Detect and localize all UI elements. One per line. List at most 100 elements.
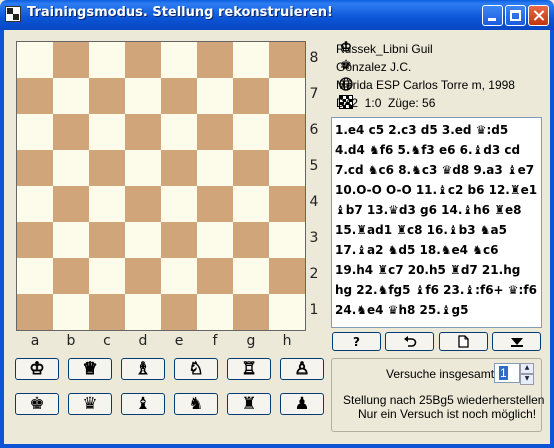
window-title: Trainingsmodus. Stellung rekonstruieren! — [27, 5, 333, 20]
square-f5[interactable] — [197, 150, 233, 186]
white-pawn-button[interactable]: ♙ — [280, 358, 324, 380]
white-queen-button[interactable]: ♕ — [68, 358, 112, 380]
square-e1[interactable] — [161, 294, 197, 330]
title-bar[interactable]: Trainingsmodus. Stellung rekonstruieren! — [0, 0, 554, 30]
square-e6[interactable] — [161, 114, 197, 150]
square-b4[interactable] — [53, 186, 89, 222]
square-c8[interactable] — [89, 42, 125, 78]
spin-up-icon[interactable]: ▲ — [520, 363, 534, 374]
square-h2[interactable] — [269, 258, 305, 294]
rank-label: 1 — [309, 302, 319, 318]
black-pawn-button[interactable]: ♟ — [280, 393, 324, 415]
square-a8[interactable] — [17, 42, 53, 78]
square-g5[interactable] — [233, 150, 269, 186]
undo-button[interactable] — [385, 332, 434, 351]
square-f1[interactable] — [197, 294, 233, 330]
black-king-button[interactable]: ♚ — [15, 393, 59, 415]
square-f2[interactable] — [197, 258, 233, 294]
window-frame-right — [550, 30, 554, 448]
square-e7[interactable] — [161, 78, 197, 114]
square-f6[interactable] — [197, 114, 233, 150]
new-document-button[interactable] — [439, 332, 488, 351]
square-d7[interactable] — [125, 78, 161, 114]
square-g8[interactable] — [233, 42, 269, 78]
square-h5[interactable] — [269, 150, 305, 186]
square-d4[interactable] — [125, 186, 161, 222]
black-knight-icon: ♞ — [188, 393, 204, 414]
file-label: c — [103, 333, 111, 349]
square-c2[interactable] — [89, 258, 125, 294]
square-c3[interactable] — [89, 222, 125, 258]
square-a3[interactable] — [17, 222, 53, 258]
square-h3[interactable] — [269, 222, 305, 258]
black-rook-button[interactable]: ♜ — [227, 393, 271, 415]
square-g2[interactable] — [233, 258, 269, 294]
white-rook-button[interactable]: ♖ — [227, 358, 271, 380]
square-d8[interactable] — [125, 42, 161, 78]
square-e8[interactable] — [161, 42, 197, 78]
square-e5[interactable] — [161, 150, 197, 186]
square-h8[interactable] — [269, 42, 305, 78]
square-b5[interactable] — [53, 150, 89, 186]
square-c6[interactable] — [89, 114, 125, 150]
square-g3[interactable] — [233, 222, 269, 258]
square-h7[interactable] — [269, 78, 305, 114]
maximize-button[interactable] — [505, 5, 526, 26]
move-list[interactable]: 1.e4 c5 2.c3 d5 3.ed ♛:d5 4.d4 ♞f6 5.♞f3… — [331, 117, 542, 328]
square-b8[interactable] — [53, 42, 89, 78]
square-a4[interactable] — [17, 186, 53, 222]
square-b1[interactable] — [53, 294, 89, 330]
square-b2[interactable] — [53, 258, 89, 294]
square-f7[interactable] — [197, 78, 233, 114]
square-e3[interactable] — [161, 222, 197, 258]
square-f3[interactable] — [197, 222, 233, 258]
black-bishop-button[interactable]: ♝ — [121, 393, 165, 415]
help-button[interactable]: ? — [332, 332, 381, 351]
black-queen-button[interactable]: ♛ — [68, 393, 112, 415]
black-knight-button[interactable]: ♞ — [174, 393, 218, 415]
square-a6[interactable] — [17, 114, 53, 150]
square-b7[interactable] — [53, 78, 89, 114]
white-bishop-icon: ♗ — [135, 358, 151, 379]
square-b3[interactable] — [53, 222, 89, 258]
dropdown-button[interactable] — [492, 332, 541, 351]
square-c5[interactable] — [89, 150, 125, 186]
white-bishop-button[interactable]: ♗ — [121, 358, 165, 380]
square-a2[interactable] — [17, 258, 53, 294]
square-c4[interactable] — [89, 186, 125, 222]
square-g4[interactable] — [233, 186, 269, 222]
square-c7[interactable] — [89, 78, 125, 114]
square-h6[interactable] — [269, 114, 305, 150]
square-h1[interactable] — [269, 294, 305, 330]
square-b6[interactable] — [53, 114, 89, 150]
square-a7[interactable] — [17, 78, 53, 114]
chess-board[interactable] — [16, 41, 306, 331]
square-g6[interactable] — [233, 114, 269, 150]
attempts-spinner[interactable]: ▲ ▼ — [520, 363, 534, 385]
white-king-button[interactable]: ♔ — [15, 358, 59, 380]
rank-label: 4 — [309, 194, 319, 210]
close-button[interactable] — [528, 5, 549, 26]
square-g7[interactable] — [233, 78, 269, 114]
white-knight-button[interactable]: ♘ — [174, 358, 218, 380]
square-e2[interactable] — [161, 258, 197, 294]
square-d5[interactable] — [125, 150, 161, 186]
black-pawn-icon: ♟ — [294, 393, 310, 414]
square-d6[interactable] — [125, 114, 161, 150]
status-message-1: Stellung nach 25Bg5 wiederherstellen — [343, 393, 545, 407]
square-e4[interactable] — [161, 186, 197, 222]
app-chessboard-icon[interactable] — [5, 6, 21, 22]
attempts-spinner-input[interactable]: 1 — [494, 363, 520, 383]
square-h4[interactable] — [269, 186, 305, 222]
square-f4[interactable] — [197, 186, 233, 222]
square-g1[interactable] — [233, 294, 269, 330]
square-c1[interactable] — [89, 294, 125, 330]
square-a1[interactable] — [17, 294, 53, 330]
minimize-button[interactable] — [482, 5, 503, 26]
spin-down-icon[interactable]: ▼ — [520, 374, 534, 385]
square-d2[interactable] — [125, 258, 161, 294]
square-f8[interactable] — [197, 42, 233, 78]
square-a5[interactable] — [17, 150, 53, 186]
square-d1[interactable] — [125, 294, 161, 330]
square-d3[interactable] — [125, 222, 161, 258]
